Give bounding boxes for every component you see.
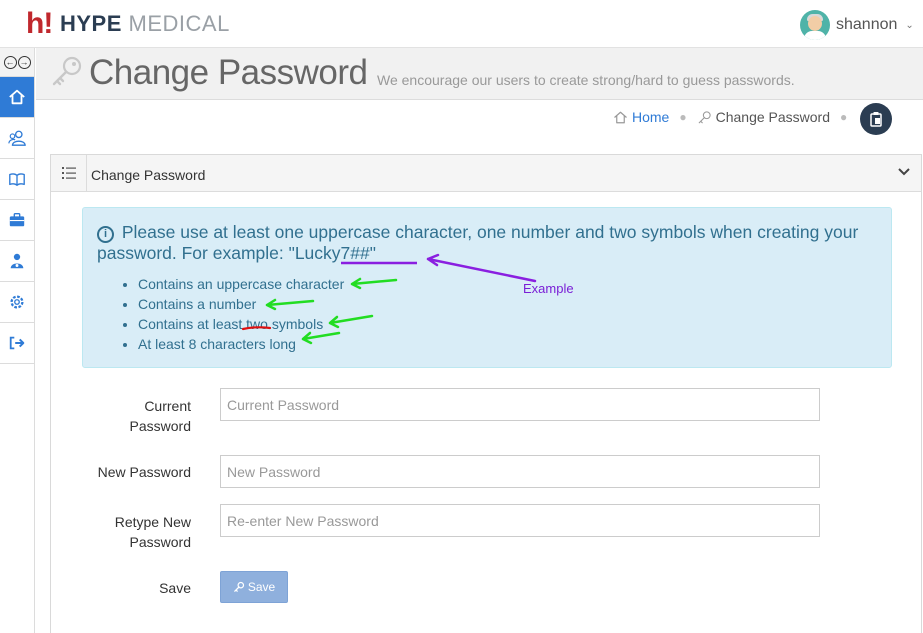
arrow-right-circle-icon[interactable]: → [17, 55, 31, 69]
password-rules-list: Contains an uppercase character Contains… [138, 274, 344, 354]
clipboard-button[interactable] [860, 103, 892, 135]
list-item: Contains an uppercase character [138, 274, 344, 294]
save-button-label: Save [247, 580, 276, 594]
breadcrumb-current: Change Password [697, 109, 830, 125]
logo-mark[interactable]: h! [26, 9, 53, 39]
sidebar-item-book[interactable] [0, 159, 34, 200]
breadcrumb-separator: ● [840, 110, 848, 124]
list-icon [51, 155, 87, 191]
save-label: Save [159, 580, 191, 596]
home-icon [614, 111, 627, 123]
retype-password-label: Retype New Password [114, 514, 191, 550]
avatar [800, 10, 830, 40]
breadcrumb: Home ● Change Password ● [613, 105, 857, 129]
gear-icon [10, 295, 24, 309]
sidebar-item-settings[interactable] [0, 282, 34, 323]
book-icon [9, 173, 25, 186]
user-name: shannon [836, 16, 898, 33]
sidebar-item-sign-out[interactable] [0, 323, 34, 364]
panel-header: Change Password [51, 155, 921, 192]
new-password-label: New Password [97, 464, 191, 480]
sidebar: ← → [0, 48, 35, 633]
page-header: Change Password We encourage our users t… [36, 48, 923, 100]
doctor-icon [10, 253, 24, 269]
list-item: Contains a number [138, 294, 344, 314]
panel-title: Change Password [91, 167, 206, 183]
password-rules-alert: i Please use at least one uppercase char… [82, 207, 892, 368]
current-password-input[interactable] [220, 388, 820, 421]
arrow-left-circle-icon[interactable]: ← [3, 55, 17, 69]
briefcase-icon [9, 213, 25, 227]
save-button[interactable]: Save [220, 571, 288, 603]
chevron-down-icon: ⌄ [905, 19, 914, 31]
users-icon [8, 130, 26, 146]
sidebar-item-briefcase[interactable] [0, 200, 34, 241]
sidebar-item-users[interactable] [0, 118, 34, 159]
sign-out-icon [9, 336, 25, 350]
sidebar-item-home[interactable] [0, 77, 34, 118]
sidebar-toggle[interactable]: ← → [0, 48, 34, 77]
logo-brand-secondary: MEDICAL [128, 11, 230, 36]
breadcrumb-home-label: Home [632, 109, 670, 125]
top-navbar: h! HYPE MEDICAL shannon ⌄ [0, 0, 923, 48]
alert-message-text: Please use at least one uppercase charac… [97, 222, 859, 263]
clipboard-icon [870, 112, 882, 127]
key-icon [233, 581, 244, 592]
new-password-input[interactable] [220, 455, 820, 488]
key-icon [698, 110, 711, 123]
retype-password-input[interactable] [220, 504, 820, 537]
example-annotation-label: Example [523, 281, 574, 296]
breadcrumb-current-label: Change Password [715, 109, 831, 125]
current-password-label: Current Password [129, 398, 191, 434]
key-icon [52, 56, 82, 86]
page-title: Change Password [89, 53, 368, 92]
logo-text[interactable]: HYPE MEDICAL [60, 12, 230, 36]
breadcrumb-home[interactable]: Home [613, 109, 669, 125]
page-subtitle: We encourage our users to create strong/… [377, 72, 795, 88]
chevron-down-icon[interactable] [897, 165, 911, 179]
sidebar-item-doctor[interactable] [0, 241, 34, 282]
change-password-panel: Change Password i Please use at least on… [50, 154, 922, 633]
user-menu[interactable]: shannon ⌄ [800, 10, 914, 40]
alert-message: i Please use at least one uppercase char… [97, 222, 877, 263]
breadcrumb-separator: ● [679, 110, 687, 124]
list-item: Contains at least two symbols [138, 314, 344, 334]
list-item: At least 8 characters long [138, 334, 344, 354]
home-icon [9, 89, 25, 105]
logo-brand: HYPE [60, 11, 122, 36]
alert-example: "Lucky7##" [288, 243, 376, 263]
info-icon: i [97, 226, 114, 243]
